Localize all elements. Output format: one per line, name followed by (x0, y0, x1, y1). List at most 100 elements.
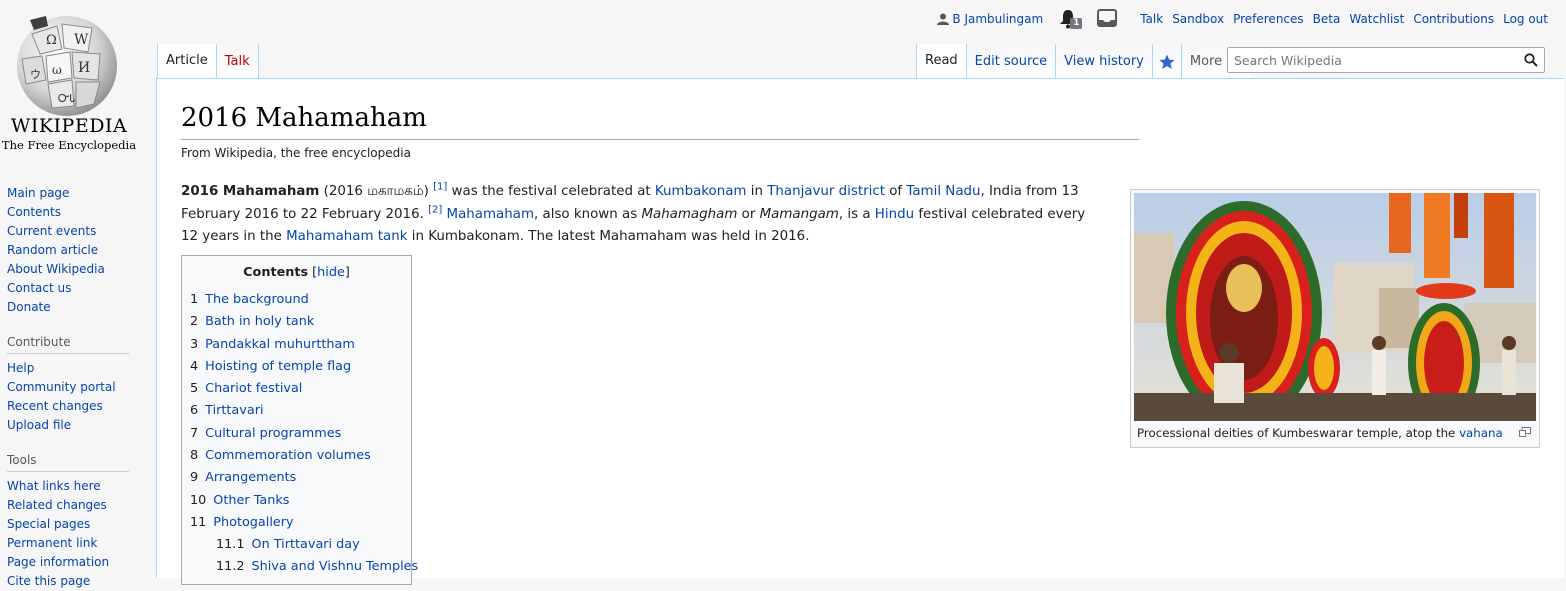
toc-link[interactable]: On Tirttavari day (252, 537, 360, 552)
preferences-link[interactable]: Preferences (1233, 12, 1304, 26)
tab-talk[interactable]: Talk (216, 44, 259, 79)
toc-item[interactable]: 4 Hoisting of temple flag (190, 356, 411, 378)
toc-item[interactable]: 10 Other Tanks (190, 490, 411, 512)
tab-view-history[interactable]: View history (1056, 44, 1153, 79)
reference-2[interactable]: [2] (428, 204, 442, 215)
toc-link[interactable]: Commemoration volumes (205, 448, 371, 463)
link-mahamaham-tank[interactable]: Mahamaham tank (286, 229, 407, 244)
search-icon[interactable] (1524, 53, 1538, 67)
sidebar-item-random-article[interactable]: Random article (7, 241, 132, 260)
table-of-contents: Contents [hide] 1 The background 2 Bath in… (181, 255, 418, 585)
logout-link[interactable]: Log out (1503, 12, 1548, 26)
beta-link[interactable]: Beta (1313, 12, 1341, 26)
view-tabs: Read Edit source View history More (916, 44, 1252, 79)
lead-text: in (746, 184, 768, 199)
sidebar-item-main-page[interactable]: Main page (7, 184, 132, 203)
sidebar-item-page-information[interactable]: Page information (7, 553, 132, 572)
link-mahamaham[interactable]: Mahamaham (447, 207, 534, 222)
link-thanjavur-district[interactable]: Thanjavur district (767, 184, 885, 199)
toc-item[interactable]: 7 Cultural programmes (190, 423, 411, 445)
notifications-alert-button[interactable]: 1 (1059, 9, 1083, 29)
toc-subitem[interactable]: 11.1 On Tirttavari day (190, 534, 411, 556)
toc-link[interactable]: Hoisting of temple flag (205, 359, 351, 374)
toc-number: 3 (190, 336, 199, 352)
tab-read[interactable]: Read (916, 44, 967, 79)
logo-tagline: The Free Encyclopedia (1, 138, 137, 152)
toc-subitem[interactable]: 11.2 Shiva and Vishnu Temples (190, 556, 418, 578)
toc-link[interactable]: Arrangements (205, 470, 296, 485)
contributions-link[interactable]: Contributions (1413, 12, 1494, 26)
toc-link[interactable]: Tirttavari (205, 403, 263, 418)
sidebar-item-permanent-link[interactable]: Permanent link (7, 534, 132, 553)
wikipedia-logo[interactable]: Ω W ω И ウ ᏅᏓ WIKIPEDIA The Free Encyclop… (0, 0, 156, 160)
page-title: 2016 Mahamaham (181, 99, 1139, 140)
svg-text:ウ: ウ (30, 68, 41, 81)
thumbnail-figure: Processional deities of Kumbeswarar temp… (1130, 189, 1540, 448)
toc-item[interactable]: 5 Chariot festival (190, 378, 411, 400)
toc-link[interactable]: Pandakkal muhurttham (205, 337, 355, 352)
tab-article[interactable]: Article (157, 44, 217, 79)
toc-link[interactable]: Other Tanks (213, 493, 289, 508)
sidebar-item-related-changes[interactable]: Related changes (7, 496, 132, 515)
toc-link[interactable]: Cultural programmes (205, 426, 341, 441)
toc-link[interactable]: Chariot festival (205, 381, 302, 396)
sidebar-item-about-wikipedia[interactable]: About Wikipedia (7, 260, 132, 279)
caption-text: Processional deities of Kumbeswarar temp… (1137, 426, 1460, 440)
toc-number: 9 (190, 470, 199, 486)
main-content: 2016 Mahamaham From Wikipedia, the free … (156, 78, 1564, 585)
sidebar-item-recent-changes[interactable]: Recent changes (7, 397, 132, 416)
watchlist-link[interactable]: Watchlist (1349, 12, 1404, 26)
sandbox-link[interactable]: Sandbox (1172, 12, 1224, 26)
festival-photo[interactable] (1134, 193, 1536, 421)
link-kumbakonam[interactable]: Kumbakonam (655, 184, 747, 199)
toc-list: 1 The background 2 Bath in holy tank 3 Pand… (190, 289, 418, 578)
reference-1[interactable]: [1] (433, 182, 447, 193)
link-tamil-nadu[interactable]: Tamil Nadu (906, 184, 980, 199)
sidebar-item-special-pages[interactable]: Special pages (7, 515, 132, 534)
tab-edit-source[interactable]: Edit source (966, 44, 1057, 79)
toc-link[interactable]: Photogallery (213, 515, 293, 530)
puzzle-globe-icon: Ω W ω И ウ ᏅᏓ (17, 16, 117, 116)
toc-link[interactable]: Bath in holy tank (205, 314, 314, 329)
star-icon (1159, 54, 1175, 69)
watch-star-button[interactable] (1152, 44, 1182, 79)
sidebar-item-donate[interactable]: Donate (7, 298, 132, 317)
toc-hide-toggle[interactable]: hide (317, 265, 345, 280)
sidebar-item-cite-this-page[interactable]: Cite this page (7, 572, 132, 591)
notifications-notice-button[interactable] (1097, 9, 1119, 29)
contribute-heading: Contribute (7, 331, 129, 354)
notification-badge: 1 (1070, 18, 1083, 29)
sidebar-item-upload-file[interactable]: Upload file (7, 416, 132, 435)
toc-item[interactable]: 11 Photogallery (190, 512, 411, 534)
user-icon (937, 13, 950, 25)
toc-item[interactable]: 1 The background (190, 289, 411, 311)
link-vahana[interactable]: vahana (1459, 426, 1503, 440)
lead-text: in Kumbakonam. The latest Mahamaham was … (407, 229, 810, 244)
user-talk-link[interactable]: Talk (1140, 12, 1163, 26)
toc-link[interactable]: Shiva and Vishnu Temples (252, 559, 419, 574)
toc-item[interactable]: 3 Pandakkal muhurttham (190, 334, 411, 356)
toc-item[interactable]: 2 Bath in holy tank (190, 311, 411, 333)
sidebar-item-current-events[interactable]: Current events (7, 222, 132, 241)
sidebar-item-community-portal[interactable]: Community portal (7, 378, 132, 397)
user-page-link[interactable]: B Jambulingam (937, 12, 1043, 26)
sidebar: Main page Contents Current events Random… (7, 184, 132, 591)
sidebar-item-what-links-here[interactable]: What links here (7, 477, 132, 496)
enlarge-icon[interactable] (1519, 427, 1531, 437)
toc-link[interactable]: The background (205, 292, 309, 307)
search-box (1227, 47, 1545, 73)
toc-item[interactable]: 8 Commemoration volumes (190, 445, 411, 467)
lead-text: of (884, 184, 907, 199)
link-hindu[interactable]: Hindu (875, 207, 914, 222)
sidebar-item-contents[interactable]: Contents (7, 203, 132, 222)
lead-text: or (737, 206, 760, 222)
sidebar-item-help[interactable]: Help (7, 359, 132, 378)
inbox-icon (1097, 9, 1118, 27)
svg-text:ᏅᏓ: ᏅᏓ (58, 92, 76, 105)
toc-item[interactable]: 9 Arrangements (190, 467, 411, 489)
lead-text: was the festival celebrated at (447, 184, 655, 199)
search-input[interactable] (1228, 48, 1525, 72)
toc-item[interactable]: 6 Tirttavari (190, 400, 411, 422)
contribute-portlet: Contribute Help Community portal Recent … (7, 331, 132, 435)
sidebar-item-contact-us[interactable]: Contact us (7, 279, 132, 298)
